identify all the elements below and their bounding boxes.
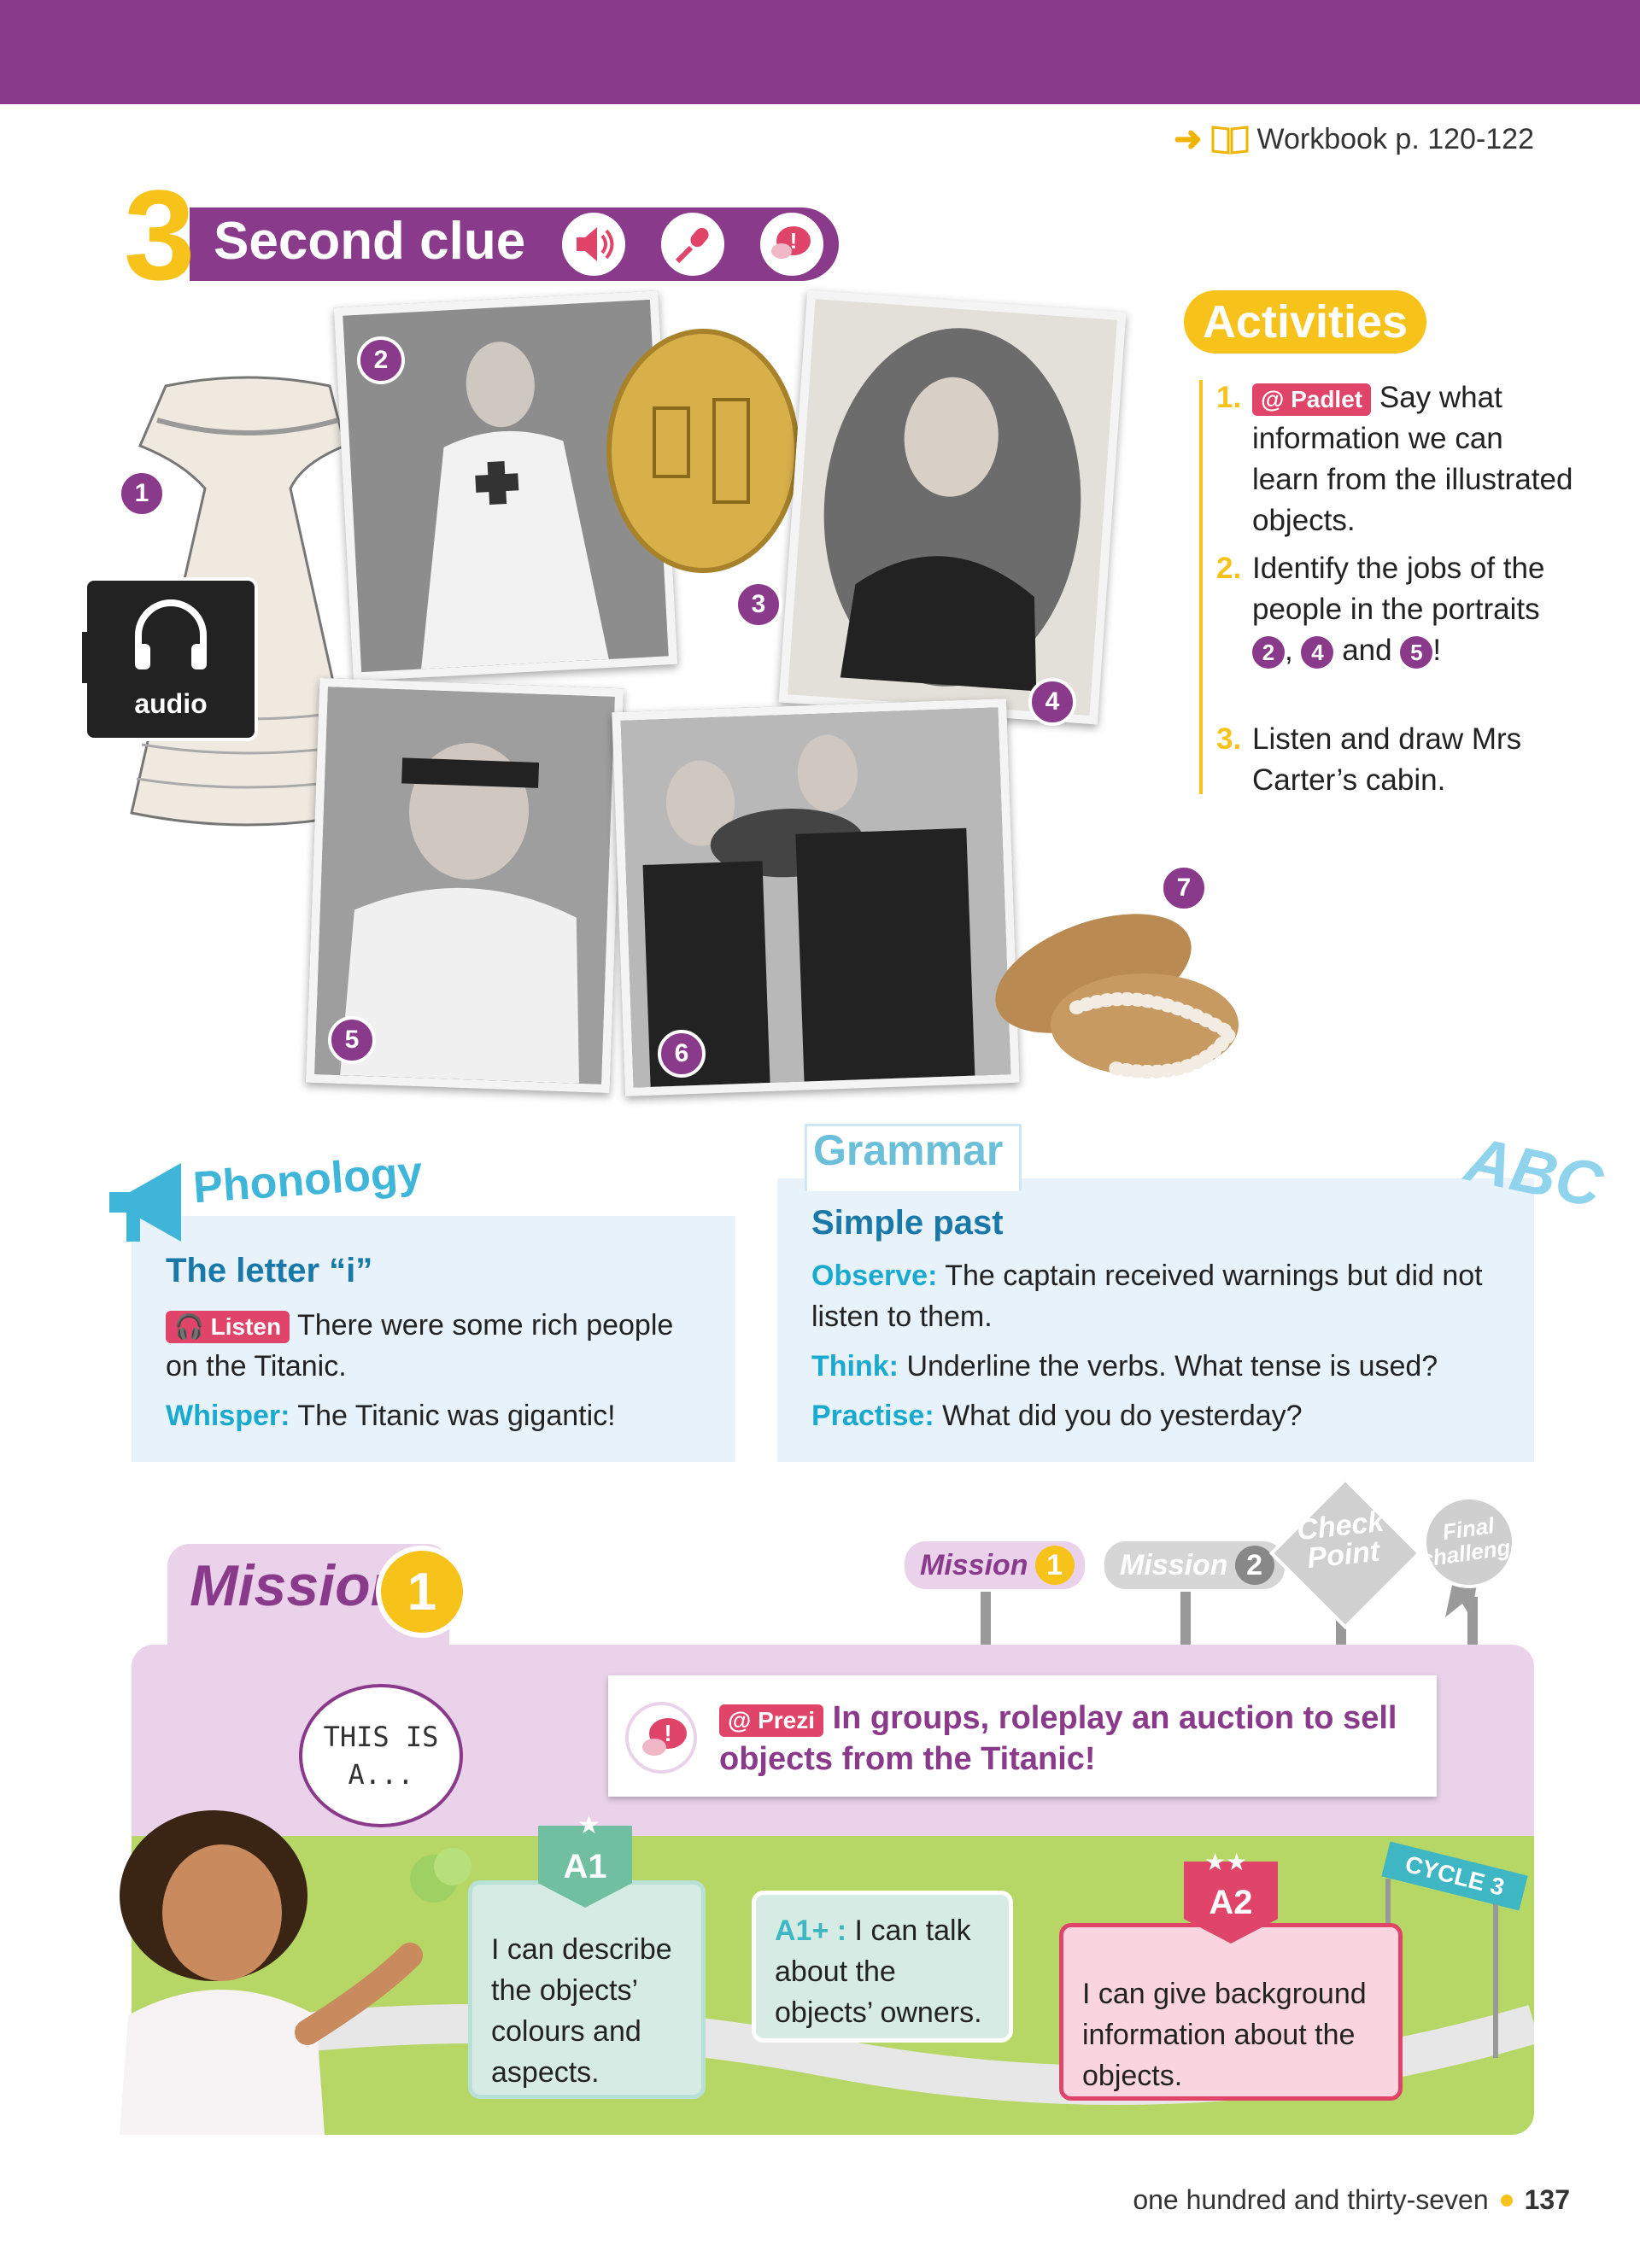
activity-text: Listen and draw Mrs Carter’s cabin.	[1252, 722, 1522, 797]
mission-number: 1	[376, 1546, 468, 1638]
think-label: Think:	[811, 1350, 899, 1382]
activity-number: 1.	[1216, 381, 1242, 414]
photo-cellist	[778, 289, 1127, 725]
dot-icon	[1500, 2194, 1513, 2207]
star-icon: ★	[577, 1811, 600, 1839]
grammar-title: Grammar	[813, 1126, 1004, 1174]
photo-badge: 6	[658, 1030, 706, 1078]
section-title: Second clue	[214, 212, 526, 271]
and-word: and	[1342, 634, 1392, 667]
speech-alert-icon[interactable]: !	[755, 208, 829, 281]
photo-badge: 1	[118, 470, 166, 517]
svg-text:!: !	[790, 228, 798, 254]
portrait-ref: 5	[1400, 636, 1433, 669]
checkpoint-label: Check Point	[1295, 1505, 1385, 1575]
grammar-heading: Simple past	[811, 1204, 1004, 1242]
speech-bubble: THIS IS A...	[299, 1684, 463, 1827]
headphones-icon: 🎧	[174, 1313, 204, 1340]
arrow-icon: ➜	[1174, 120, 1203, 158]
activity-text: Identify the jobs of the people in the p…	[1252, 552, 1545, 626]
photo-badge: 3	[735, 581, 782, 628]
workbook-reference: ➜ Workbook p. 120-122	[1174, 120, 1534, 159]
photo-badge: 7	[1160, 864, 1208, 912]
level-badge: A1+ :	[775, 1914, 847, 1947]
sign-pole	[1180, 1585, 1191, 1645]
phonology-listen-line: 🎧 Listen There were some rich people on …	[166, 1305, 712, 1387]
sign-label: Mission	[1120, 1548, 1228, 1581]
phonology-heading: The letter “i”	[166, 1252, 373, 1289]
prezi-tag[interactable]: @ Prezi	[719, 1704, 824, 1737]
audio-tab	[82, 632, 133, 683]
whisper-label: Whisper:	[166, 1400, 290, 1432]
think-text: Underline the verbs. What tense is used?	[906, 1350, 1438, 1382]
separator: ,	[1285, 634, 1293, 667]
activities-rule	[1199, 380, 1203, 794]
speech-alert-icon: !	[625, 1702, 697, 1774]
page-footer: one hundred and thirty-seven 137	[1133, 2184, 1570, 2216]
workbook-text: Workbook p. 120-122	[1256, 122, 1534, 155]
sign-pole	[981, 1585, 991, 1645]
speaker-icon[interactable]	[557, 208, 630, 281]
level-text: I can give background information about …	[1082, 1978, 1367, 2092]
activity-item-2: 2. Identify the jobs of the people in th…	[1216, 548, 1575, 671]
padlet-tag[interactable]: @ Padlet	[1252, 383, 1372, 416]
level-a1-card: I can describe the objects’ colours and …	[468, 1880, 706, 2099]
activity-number: 2.	[1216, 552, 1242, 585]
practise-text: What did you do yesterday?	[942, 1400, 1303, 1432]
girl-character-illustration	[120, 1810, 472, 2135]
level-a2-card: I can give background information about …	[1059, 1923, 1403, 2101]
phonology-whisper-line: Whisper: The Titanic was gigantic!	[166, 1395, 616, 1436]
phonology-title: Phonology	[191, 1147, 425, 1213]
sign-number: 1	[1034, 1546, 1075, 1585]
activity-item-1: 1. @ Padlet Say what information we can …	[1216, 377, 1575, 541]
photo-jewellery-box	[974, 897, 1281, 1102]
top-banner	[0, 0, 1640, 104]
photo-badge: 5	[328, 1016, 376, 1064]
practise-label: Practise:	[811, 1400, 934, 1432]
page-number-words: one hundred and thirty-seven	[1133, 2184, 1489, 2215]
section-number: 3	[124, 163, 196, 307]
book-icon	[1211, 126, 1249, 155]
activity-item-3: 3. Listen and draw Mrs Carter’s cabin.	[1216, 719, 1575, 801]
observe-label: Observe:	[811, 1260, 938, 1292]
level-a1plus-card: A1+ : I can talk about the objects’ owne…	[752, 1891, 1013, 2043]
mission-task: @ Prezi In groups, roleplay an auction t…	[719, 1698, 1420, 1780]
banner-pole	[1493, 1904, 1498, 2058]
whisper-text: The Titanic was gigantic!	[297, 1400, 616, 1432]
stars-icon: ★★	[1204, 1849, 1248, 1875]
mission-title: Mission	[190, 1553, 407, 1618]
svg-text:!: !	[664, 1720, 671, 1746]
photo-badge: 4	[1028, 678, 1076, 726]
audio-label: audio	[134, 688, 208, 719]
sign-label: Mission	[920, 1548, 1028, 1581]
mission-1-sign[interactable]: Mission 1	[902, 1539, 1087, 1592]
level-text: I can describe the objects’ colours and …	[491, 1933, 672, 2089]
grammar-practise: Practise: What did you do yesterday?	[811, 1395, 1520, 1436]
listen-tag[interactable]: 🎧 Listen	[166, 1311, 290, 1343]
listen-tag-label: Listen	[210, 1313, 282, 1340]
exclamation: !	[1432, 634, 1442, 667]
page-number: 137	[1524, 2184, 1570, 2215]
grammar-think: Think: Underline the verbs. What tense i…	[811, 1346, 1520, 1387]
photo-scarab	[603, 323, 803, 579]
grammar-observe: Observe: The captain received warnings b…	[811, 1255, 1520, 1337]
mission-2-sign[interactable]: Mission 2	[1102, 1539, 1287, 1592]
microphone-icon[interactable]	[656, 208, 729, 281]
portrait-ref: 2	[1252, 636, 1285, 669]
photo-badge: 2	[357, 336, 405, 384]
activity-number: 3.	[1216, 722, 1242, 756]
portrait-ref: 4	[1301, 636, 1334, 669]
headphones-icon	[135, 599, 207, 669]
activities-title: Activities	[1184, 290, 1426, 354]
sign-number: 2	[1234, 1546, 1274, 1585]
